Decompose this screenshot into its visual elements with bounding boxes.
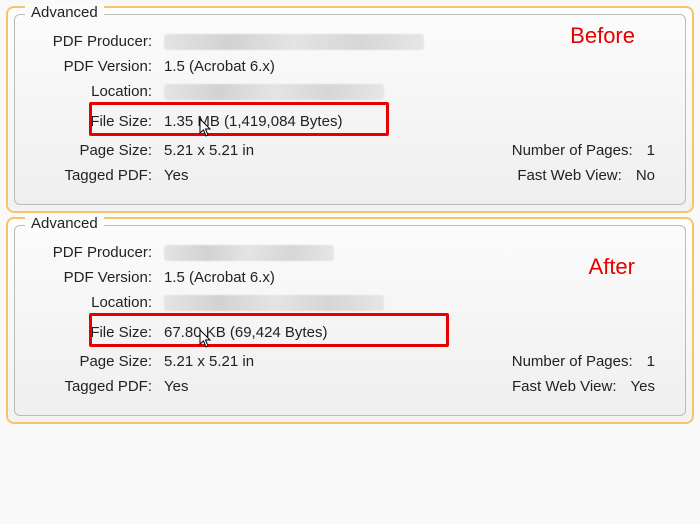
label-location: Location: bbox=[29, 83, 164, 100]
blurred-value bbox=[164, 34, 424, 50]
value-fast-web: Yes bbox=[631, 378, 655, 395]
label-fast-web: Fast Web View: bbox=[512, 378, 617, 395]
blurred-value bbox=[164, 295, 384, 311]
label-page-size: Page Size: bbox=[29, 353, 164, 370]
label-num-pages: Number of Pages: bbox=[512, 353, 633, 370]
row-tagged-pdf: Tagged PDF: Yes Fast Web View: No bbox=[29, 167, 671, 184]
advanced-fieldset-after: Advanced After PDF Producer: PDF Version… bbox=[14, 225, 686, 416]
before-panel: Advanced Before PDF Producer: PDF Versio… bbox=[6, 6, 694, 213]
label-page-size: Page Size: bbox=[29, 142, 164, 159]
label-pdf-producer: PDF Producer: bbox=[29, 33, 164, 50]
value-page-size: 5.21 x 5.21 in bbox=[164, 353, 254, 370]
value-fast-web: No bbox=[636, 167, 655, 184]
right-num-pages: Number of Pages: 1 bbox=[512, 353, 655, 370]
section-title: Advanced bbox=[25, 4, 104, 21]
row-location: Location: bbox=[29, 83, 671, 100]
label-fast-web: Fast Web View: bbox=[517, 167, 622, 184]
label-pdf-producer: PDF Producer: bbox=[29, 244, 164, 261]
value-file-size: 67.80 KB (69,424 Bytes) bbox=[164, 324, 327, 341]
label-tagged-pdf: Tagged PDF: bbox=[29, 378, 164, 395]
blurred-value bbox=[164, 84, 384, 100]
value-pdf-version: 1.5 (Acrobat 6.x) bbox=[164, 58, 275, 75]
after-panel: Advanced After PDF Producer: PDF Version… bbox=[6, 217, 694, 424]
value-pdf-version: 1.5 (Acrobat 6.x) bbox=[164, 269, 275, 286]
value-num-pages: 1 bbox=[647, 142, 655, 159]
row-pdf-producer: PDF Producer: bbox=[29, 33, 671, 50]
row-pdf-version: PDF Version: 1.5 (Acrobat 6.x) bbox=[29, 269, 671, 286]
right-fast-web: Fast Web View: Yes bbox=[512, 378, 655, 395]
row-page-size: Page Size: 5.21 x 5.21 in Number of Page… bbox=[29, 353, 671, 370]
label-file-size: File Size: bbox=[29, 324, 164, 341]
blurred-value bbox=[164, 245, 334, 261]
row-location: Location: bbox=[29, 294, 671, 311]
right-fast-web: Fast Web View: No bbox=[517, 167, 655, 184]
label-location: Location: bbox=[29, 294, 164, 311]
label-tagged-pdf: Tagged PDF: bbox=[29, 167, 164, 184]
value-num-pages: 1 bbox=[647, 353, 655, 370]
value-file-size: 1.35 MB (1,419,084 Bytes) bbox=[164, 113, 342, 130]
row-file-size: File Size: 67.80 KB (69,424 Bytes) bbox=[29, 319, 671, 345]
row-file-size: File Size: 1.35 MB (1,419,084 Bytes) bbox=[29, 108, 671, 134]
label-pdf-version: PDF Version: bbox=[29, 58, 164, 75]
section-title: Advanced bbox=[25, 215, 104, 232]
value-page-size: 5.21 x 5.21 in bbox=[164, 142, 254, 159]
row-pdf-producer: PDF Producer: bbox=[29, 244, 671, 261]
label-file-size: File Size: bbox=[29, 113, 164, 130]
label-num-pages: Number of Pages: bbox=[512, 142, 633, 159]
right-num-pages: Number of Pages: 1 bbox=[512, 142, 655, 159]
row-pdf-version: PDF Version: 1.5 (Acrobat 6.x) bbox=[29, 58, 671, 75]
advanced-fieldset-before: Advanced Before PDF Producer: PDF Versio… bbox=[14, 14, 686, 205]
value-tagged-pdf: Yes bbox=[164, 167, 188, 184]
label-pdf-version: PDF Version: bbox=[29, 269, 164, 286]
row-tagged-pdf: Tagged PDF: Yes Fast Web View: Yes bbox=[29, 378, 671, 395]
row-page-size: Page Size: 5.21 x 5.21 in Number of Page… bbox=[29, 142, 671, 159]
value-tagged-pdf: Yes bbox=[164, 378, 188, 395]
